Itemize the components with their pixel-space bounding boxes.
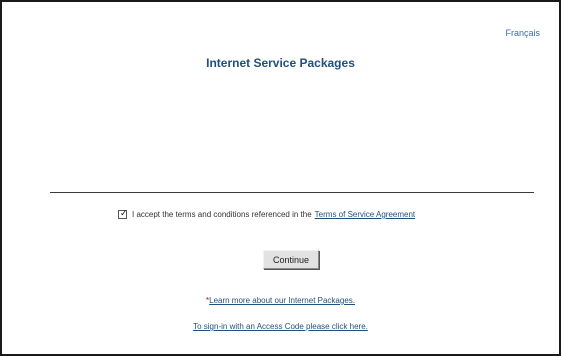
terms-acceptance-text: I accept the terms and conditions refere… bbox=[132, 210, 312, 219]
page-frame: Français Internet Service Packages ✓ I a… bbox=[0, 0, 561, 356]
language-toggle-link[interactable]: Français bbox=[505, 28, 540, 38]
check-icon: ✓ bbox=[120, 209, 128, 219]
section-divider bbox=[50, 192, 534, 193]
terms-of-service-link[interactable]: Terms of Service Agreement bbox=[315, 210, 415, 219]
accept-terms-checkbox[interactable]: ✓ bbox=[118, 209, 128, 219]
continue-button[interactable]: Continue bbox=[263, 250, 319, 269]
learn-more-link[interactable]: Learn more about our Internet Packages. bbox=[209, 296, 355, 305]
page-title: Internet Service Packages bbox=[206, 56, 355, 70]
terms-acceptance-row: ✓ I accept the terms and conditions refe… bbox=[118, 209, 415, 219]
access-code-signin-link[interactable]: To sign-in with an Access Code please cl… bbox=[193, 322, 368, 331]
access-code-signin-row: To sign-in with an Access Code please cl… bbox=[2, 322, 559, 331]
learn-more-row: *Learn more about our Internet Packages. bbox=[2, 296, 559, 305]
